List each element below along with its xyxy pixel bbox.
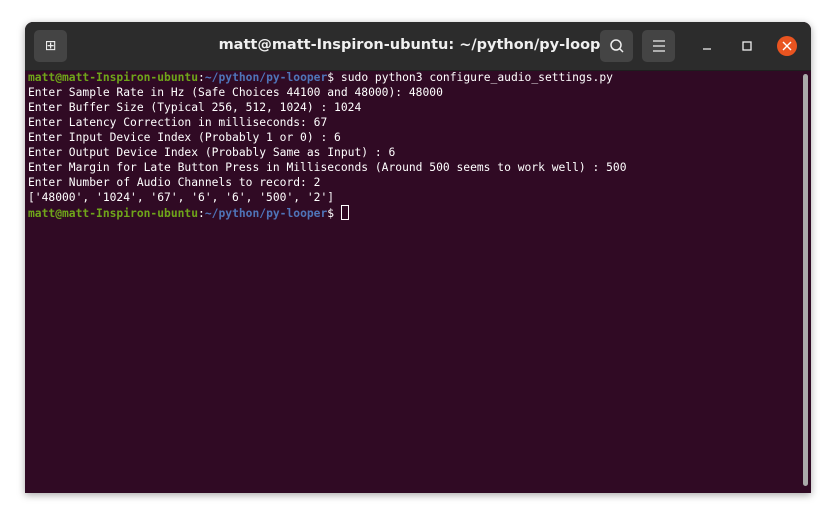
window-title: matt@matt-Inspiron-ubuntu: ~/python/py-l…	[218, 37, 618, 53]
terminal-output[interactable]: matt@matt-Inspiron-ubuntu:~/python/py-lo…	[28, 70, 627, 221]
close-button[interactable]	[777, 36, 797, 56]
prompt-line: matt@matt-Inspiron-ubuntu:~/python/py-lo…	[28, 205, 627, 221]
scrollbar[interactable]	[803, 74, 808, 486]
menu-button[interactable]	[642, 30, 675, 62]
minimize-icon	[703, 48, 711, 50]
output-line: Enter Sample Rate in Hz (Safe Choices 44…	[28, 86, 443, 99]
search-icon	[609, 39, 624, 53]
output-line: Enter Number of Audio Channels to record…	[28, 176, 321, 189]
cursor	[340, 205, 349, 220]
output-line: Enter Input Device Index (Probably 1 or …	[28, 131, 341, 144]
maximize-icon	[742, 41, 752, 51]
output-line: ['48000', '1024', '67', '6', '6', '500',…	[28, 191, 335, 204]
output-line: Enter Buffer Size (Typical 256, 512, 102…	[28, 101, 362, 114]
maximize-button[interactable]	[737, 36, 757, 56]
output-line: Enter Latency Correction in milliseconds…	[28, 116, 328, 129]
minimize-button[interactable]	[697, 36, 717, 56]
close-icon	[782, 41, 792, 51]
output-line: Enter Margin for Late Button Press in Mi…	[28, 161, 627, 174]
header-bar: ⊞ matt@matt-Inspiron-ubuntu: ~/python/py…	[25, 22, 811, 71]
terminal-window: ⊞ matt@matt-Inspiron-ubuntu: ~/python/py…	[25, 22, 811, 493]
search-button[interactable]	[600, 30, 633, 62]
command: sudo python3 configure_audio_settings.py	[334, 71, 613, 84]
output-line: Enter Output Device Index (Probably Same…	[28, 146, 396, 159]
prompt-line: matt@matt-Inspiron-ubuntu:~/python/py-lo…	[28, 71, 613, 84]
hamburger-icon	[652, 40, 665, 52]
